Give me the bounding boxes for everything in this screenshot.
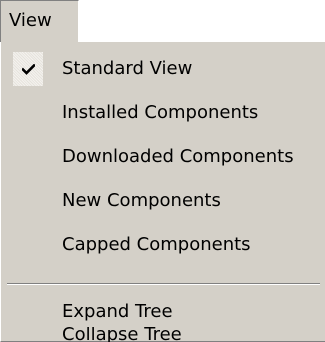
menu-item-collapse-tree[interactable]: Collapse Tree — [1, 327, 324, 342]
menu-item-label: Capped Components — [62, 234, 251, 255]
menu-item-label: Downloaded Components — [62, 146, 294, 167]
separator-highlight — [7, 284, 320, 285]
menu-item-label: Standard View — [62, 58, 193, 79]
menu-item-installed-components[interactable]: Installed Components — [1, 96, 324, 130]
menu-item-capped-components[interactable]: Capped Components — [1, 228, 324, 262]
menu-item-label: Installed Components — [62, 102, 259, 123]
menu-item-expand-tree[interactable]: Expand Tree — [1, 295, 324, 329]
menu-separator — [7, 283, 320, 285]
menu-view-label: View — [9, 10, 52, 31]
menu-item-new-components[interactable]: New Components — [1, 184, 324, 218]
view-menu-dropdown: Standard View Installed Components Downl… — [0, 42, 325, 342]
checkmark-icon — [22, 64, 35, 75]
menu-item-label: Collapse Tree — [62, 327, 182, 342]
menu-view[interactable]: View — [0, 0, 79, 42]
menu-bar: View — [0, 0, 325, 42]
menu-item-label: Expand Tree — [62, 301, 173, 322]
menu-item-downloaded-components[interactable]: Downloaded Components — [1, 140, 324, 174]
menu-item-label: New Components — [62, 190, 221, 211]
menu-item-standard-view[interactable]: Standard View — [1, 52, 324, 86]
